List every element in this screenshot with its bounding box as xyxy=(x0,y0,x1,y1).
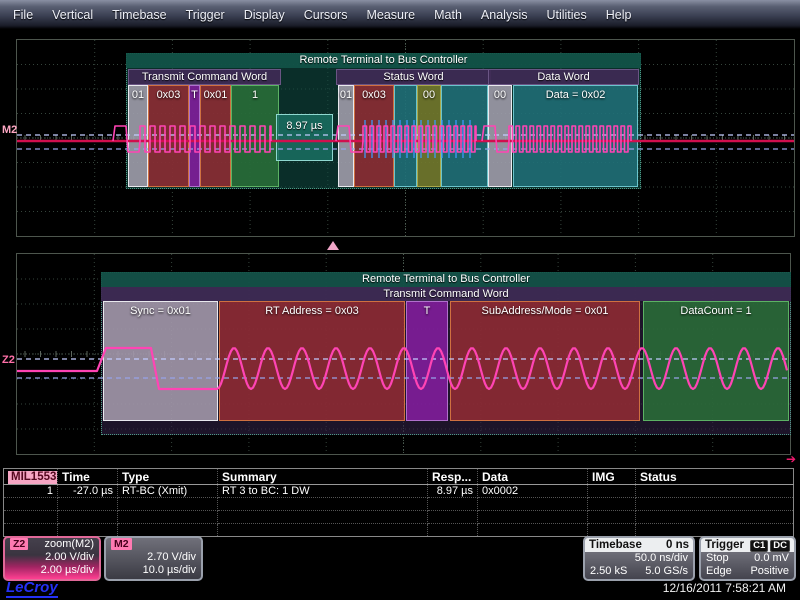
status-field2-segment xyxy=(441,85,488,187)
trigger-kind: Edge xyxy=(706,565,732,578)
zoom-graticule-display[interactable]: Remote Terminal to Bus Controller Transm… xyxy=(16,253,791,455)
cmd-subaddr-segment: 0x01 xyxy=(200,85,231,187)
col-type: Type xyxy=(118,469,218,485)
status-rtaddr-segment: 0x03 xyxy=(354,85,394,187)
col-summary: Summary xyxy=(218,469,428,485)
row-data: 0x0002 xyxy=(478,485,588,498)
col-time: Time xyxy=(58,469,118,485)
row-img xyxy=(588,485,636,498)
m2-vdiv: 2.70 V/div xyxy=(106,551,201,564)
menu-utilities[interactable]: Utilities xyxy=(546,8,586,22)
menu-display[interactable]: Display xyxy=(244,8,285,22)
menu-vertical[interactable]: Vertical xyxy=(52,8,93,22)
menu-file[interactable]: File xyxy=(13,8,33,22)
zoom-decode-subtitle: Transmit Command Word xyxy=(101,287,791,301)
table-row-empty xyxy=(4,511,794,524)
table-row-empty xyxy=(4,498,794,511)
z2-tdiv: 2.00 µs/div xyxy=(5,564,99,577)
trigger-level: 0.0 mV xyxy=(754,552,789,565)
timebase-tdiv: 50.0 ns/div xyxy=(585,552,693,565)
col-status: Status xyxy=(636,469,794,485)
z2-channel-label[interactable]: Z2 xyxy=(2,354,15,366)
zoom-tr-segment: T xyxy=(406,301,448,421)
response-time-box: 8.97 µs xyxy=(276,114,333,161)
cmd-tr-segment: T xyxy=(189,85,200,187)
menu-cursors[interactable]: Cursors xyxy=(304,8,348,22)
zoom-subaddr-segment: SubAddress/Mode = 0x01 xyxy=(450,301,640,421)
status-code-segment: 00 xyxy=(417,85,441,187)
z2-title: zoom(M2) xyxy=(44,538,94,551)
m2-channel-label[interactable]: M2 xyxy=(2,124,17,136)
menu-trigger[interactable]: Trigger xyxy=(186,8,225,22)
z2-badge: Z2 xyxy=(10,538,28,550)
trigger-source-badge: C1 xyxy=(750,540,768,552)
menu-measure[interactable]: Measure xyxy=(366,8,415,22)
trigger-position-marker[interactable] xyxy=(327,241,339,250)
data-value-segment: Data = 0x02 xyxy=(513,85,638,187)
trigger-mode: Stop xyxy=(706,552,729,565)
decode-message-title: Remote Terminal to Bus Controller xyxy=(126,53,641,68)
status-sync-segment: 01 xyxy=(338,85,354,187)
trace-offscreen-arrow-icon: ➔ xyxy=(786,454,796,464)
table-row-empty xyxy=(4,524,794,537)
z2-vdiv: 2.00 V/div xyxy=(5,551,99,564)
timebase-label: Timebase xyxy=(589,538,642,552)
decode-result-table: MIL1553 Time Type Summary Resp... Data I… xyxy=(3,468,794,537)
menu-analysis[interactable]: Analysis xyxy=(481,8,528,22)
row-resp: 8.97 µs xyxy=(428,485,478,498)
m2-trace-descriptor[interactable]: M2 2.70 V/div 10.0 µs/div xyxy=(104,536,203,581)
timebase-points: 2.50 kS xyxy=(590,565,627,578)
cmd-rtaddr-segment: 0x03 xyxy=(148,85,189,187)
mil1553-source-badge[interactable]: MIL1553 xyxy=(8,471,58,484)
row-type: RT-BC (Xmit) xyxy=(118,485,218,498)
main-graticule-display[interactable]: Remote Terminal to Bus Controller Transm… xyxy=(16,39,795,237)
trigger-label: Trigger xyxy=(705,538,744,552)
row-time: -27.0 µs xyxy=(58,485,118,498)
zoom-sync-segment: Sync = 0x01 xyxy=(103,301,218,421)
m2-tdiv: 10.0 µs/div xyxy=(106,564,201,577)
row-summary: RT 3 to BC: 1 DW xyxy=(218,485,428,498)
col-data: Data xyxy=(478,469,588,485)
col-img: IMG xyxy=(588,469,636,485)
menu-timebase[interactable]: Timebase xyxy=(112,8,166,22)
table-header-row: MIL1553 Time Type Summary Resp... Data I… xyxy=(4,469,794,485)
z2-trace-descriptor[interactable]: Z2 zoom(M2) 2.00 V/div 2.00 µs/div xyxy=(3,536,101,581)
row-status xyxy=(636,485,794,498)
menu-math[interactable]: Math xyxy=(434,8,462,22)
trigger-descriptor[interactable]: Trigger C1DC Stop 0.0 mV Edge Positive xyxy=(699,536,796,581)
status-field-segment xyxy=(394,85,417,187)
timebase-offset: 0 ns xyxy=(666,538,689,552)
zoom-decode-title: Remote Terminal to Bus Controller xyxy=(101,272,791,287)
status-word-header: Status Word xyxy=(336,69,491,85)
cmd-count-segment: 1 xyxy=(231,85,279,187)
command-word-header: Transmit Command Word xyxy=(128,69,281,85)
row-index: 1 xyxy=(4,485,58,498)
trigger-coupling-badge: DC xyxy=(770,540,790,552)
timebase-rate: 5.0 GS/s xyxy=(645,565,688,578)
col-resp: Resp... xyxy=(428,469,478,485)
oscilloscope-screen: File Vertical Timebase Trigger Display C… xyxy=(0,0,800,600)
zoom-rtaddr-segment: RT Address = 0x03 xyxy=(219,301,405,421)
trigger-slope: Positive xyxy=(750,565,789,578)
data-word-header: Data Word xyxy=(488,69,639,85)
m2-badge: M2 xyxy=(111,538,132,550)
datetime-display: 12/16/2011 7:58:21 AM xyxy=(663,581,786,595)
menu-help[interactable]: Help xyxy=(606,8,632,22)
zoom-datacount-segment: DataCount = 1 xyxy=(643,301,789,421)
menu-bar: File Vertical Timebase Trigger Display C… xyxy=(0,0,800,29)
timebase-descriptor[interactable]: Timebase 0 ns 50.0 ns/div 2.50 kS 5.0 GS/s xyxy=(583,536,695,581)
cmd-sync-segment: 01 xyxy=(128,85,148,187)
table-row[interactable]: 1 -27.0 µs RT-BC (Xmit) RT 3 to BC: 1 DW… xyxy=(4,485,794,498)
lecroy-logo[interactable]: LeCroy xyxy=(6,580,58,598)
data-sync-segment: 00 xyxy=(488,85,512,187)
